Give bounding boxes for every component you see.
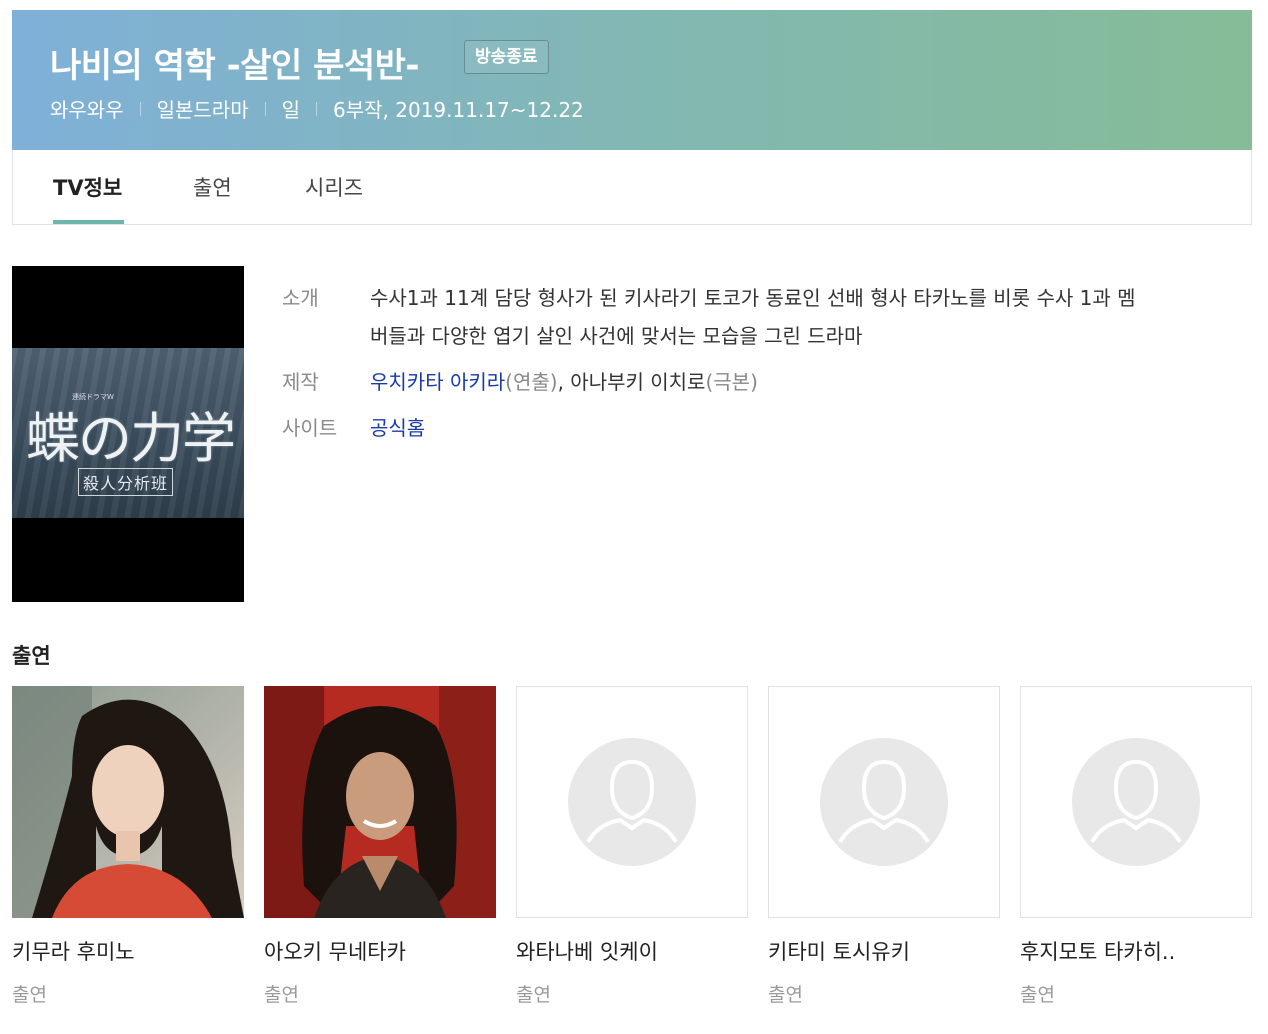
intro-label: 소개 [282, 286, 319, 310]
production-label: 제작 [282, 370, 319, 394]
cast-photo-placeholder[interactable] [1020, 686, 1252, 918]
poster-image-band: 連続ドラマW 蝶の力学 殺人分析班 [12, 348, 244, 518]
cast-section-title: 출연 [12, 644, 51, 668]
tab-cast[interactable]: 출연 [193, 172, 232, 202]
meta-separator [316, 101, 318, 116]
cast-card[interactable]: 키타미 토시유키 출연 [768, 686, 1000, 1007]
director-link[interactable]: 우치카타 아키라 [370, 370, 505, 394]
production-value: 우치카타 아키라(연출), 아나부키 이치로(극본) [370, 366, 758, 395]
intro-text-line-1: 수사1과 11계 담당 형사가 된 키사라기 토코가 동료인 선배 형사 타카노… [370, 286, 1136, 310]
program-meta: 와우와우 일본드라마 일 6부작, 2019.11.17~12.22 [50, 94, 584, 123]
status-badge: 방송종료 [464, 40, 549, 74]
program-header: 나비의 역학 -살인 분석반- 방송종료 와우와우 일본드라마 일 6부작, 2… [12, 10, 1252, 150]
cast-card[interactable]: 아오키 무네타카 출연 [264, 686, 496, 1007]
cast-name[interactable]: 와타나베 잇케이 [516, 936, 748, 966]
cast-photo-image [264, 686, 496, 918]
cast-role: 출연 [768, 984, 803, 1006]
writer-name: 아나부키 이치로 [570, 370, 706, 394]
cast-role: 출연 [12, 984, 47, 1006]
meta-day: 일 [281, 98, 301, 122]
tab-bar: TV정보 출연 시리즈 [12, 150, 1252, 225]
cast-card[interactable]: 와타나베 잇케이 출연 [516, 686, 748, 1007]
cast-photo[interactable] [264, 686, 496, 918]
cast-name[interactable]: 후지모토 타카히.. [1020, 936, 1252, 966]
person-placeholder-icon [820, 738, 948, 866]
production-separator: , [557, 370, 571, 394]
active-tab-indicator [53, 220, 124, 224]
cast-photo-placeholder[interactable] [516, 686, 748, 918]
cast-name[interactable]: 키무라 후미노 [12, 936, 244, 966]
meta-episodes-dates: 6부작, 2019.11.17~12.22 [333, 98, 584, 122]
official-site-link[interactable]: 공식홈 [370, 412, 425, 441]
program-poster[interactable]: 連続ドラマW 蝶の力学 殺人分析班 [12, 266, 244, 602]
tab-series[interactable]: 시리즈 [305, 172, 363, 202]
cast-photo[interactable] [12, 686, 244, 918]
cast-card[interactable]: 키무라 후미노 출연 [12, 686, 244, 1007]
cast-name[interactable]: 아오키 무네타카 [264, 936, 496, 966]
meta-channel[interactable]: 와우와우 [50, 94, 124, 123]
cast-photo-placeholder[interactable] [768, 686, 1000, 918]
meta-separator [139, 101, 141, 116]
cast-photo-image [12, 686, 244, 918]
cast-role: 출연 [1020, 984, 1055, 1006]
program-title: 나비의 역학 -살인 분석반- [50, 46, 420, 86]
director-role: (연출) [505, 370, 558, 394]
cast-role: 출연 [264, 984, 299, 1006]
cast-name[interactable]: 키타미 토시유키 [768, 936, 1000, 966]
tab-tv-info[interactable]: TV정보 [53, 172, 122, 202]
person-placeholder-icon [568, 738, 696, 866]
intro-text-line-2: 버들과 다양한 엽기 살인 사건에 맞서는 모습을 그린 드라마 [370, 324, 863, 348]
person-placeholder-icon [1072, 738, 1200, 866]
cast-card[interactable]: 후지모토 타카히.. 출연 [1020, 686, 1252, 1007]
site-label: 사이트 [282, 416, 338, 440]
poster-title: 蝶の力学 [26, 407, 236, 470]
meta-genre[interactable]: 일본드라마 [157, 94, 249, 123]
cast-role: 출연 [516, 984, 551, 1006]
poster-subtitle: 殺人分析班 [78, 468, 174, 496]
writer-role: (극본) [705, 370, 758, 394]
meta-separator [264, 101, 266, 116]
